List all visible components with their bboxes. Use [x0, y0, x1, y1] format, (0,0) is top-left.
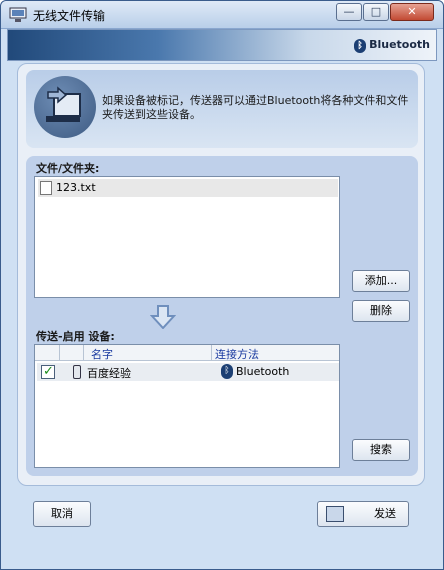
send-button[interactable]: 发送	[317, 501, 409, 527]
file-name: 123.txt	[56, 181, 96, 194]
send-label: 发送	[374, 507, 396, 520]
header-description: 如果设备被标记，传送器可以通过Bluetooth将各种文件和文件夹传送到这些设备…	[102, 94, 409, 121]
column-separator	[83, 345, 84, 361]
device-name: 百度经验	[87, 367, 131, 380]
computer-icon	[9, 7, 27, 22]
main-panel: 如果设备被标记，传送器可以通过Bluetooth将各种文件和文件夹传送到这些设备…	[17, 63, 425, 486]
banner: ᛒ Bluetooth	[7, 29, 437, 61]
cancel-button[interactable]: 取消	[33, 501, 91, 527]
device-checkbox[interactable]: ✓	[41, 364, 55, 379]
devices-list[interactable]: 名字 连接方法 ✓ 百度经验 ᛒ Bluetooth	[34, 344, 340, 468]
footer: 取消 发送	[1, 488, 443, 569]
column-header-name[interactable]: 名字	[91, 346, 113, 362]
transfer-graphic	[46, 86, 81, 122]
close-button[interactable]: ✕	[390, 3, 434, 21]
transfer-section: 文件/文件夹: 123.txt 添加... 删除 传送-启用 设备: 名字 连接…	[26, 156, 418, 476]
column-header-method[interactable]: 连接方法	[215, 346, 259, 362]
maximize-button[interactable]: □	[363, 3, 389, 21]
file-transfer-window: 无线文件传输 — □ ✕ ᛒ Bluetooth 如果设备被标记，传送器可以通过B…	[0, 0, 444, 570]
search-button[interactable]: 搜索	[352, 439, 410, 461]
send-icon	[326, 506, 344, 522]
bluetooth-icon: ᛒ	[354, 39, 367, 53]
text-file-icon	[40, 181, 52, 195]
add-button[interactable]: 添加...	[352, 270, 410, 292]
transfer-icon	[34, 76, 96, 138]
devices-list-header: 名字 连接方法	[35, 345, 339, 361]
window-title: 无线文件传输	[33, 9, 106, 23]
title-bar[interactable]: 无线文件传输 — □ ✕	[1, 1, 443, 29]
delete-button[interactable]: 删除	[352, 300, 410, 322]
bluetooth-brand: Bluetooth	[369, 38, 430, 51]
list-item[interactable]: 123.txt	[38, 179, 338, 197]
devices-label: 传送-启用 设备:	[36, 330, 115, 343]
bluetooth-logo: ᛒ Bluetooth	[354, 38, 430, 53]
arrow-down-icon	[150, 305, 176, 329]
column-separator	[211, 345, 212, 361]
table-row[interactable]: ✓ 百度经验 ᛒ Bluetooth	[37, 363, 339, 381]
files-list[interactable]: 123.txt	[34, 176, 340, 298]
minimize-button[interactable]: —	[336, 3, 362, 21]
files-label: 文件/文件夹:	[36, 162, 100, 175]
column-separator	[59, 345, 60, 361]
device-connection: Bluetooth	[236, 365, 290, 378]
bluetooth-icon: ᛒ	[221, 364, 233, 379]
header-area: 如果设备被标记，传送器可以通过Bluetooth将各种文件和文件夹传送到这些设备…	[26, 70, 418, 148]
phone-icon	[73, 365, 81, 379]
checkmark-icon: ✓	[43, 364, 54, 379]
